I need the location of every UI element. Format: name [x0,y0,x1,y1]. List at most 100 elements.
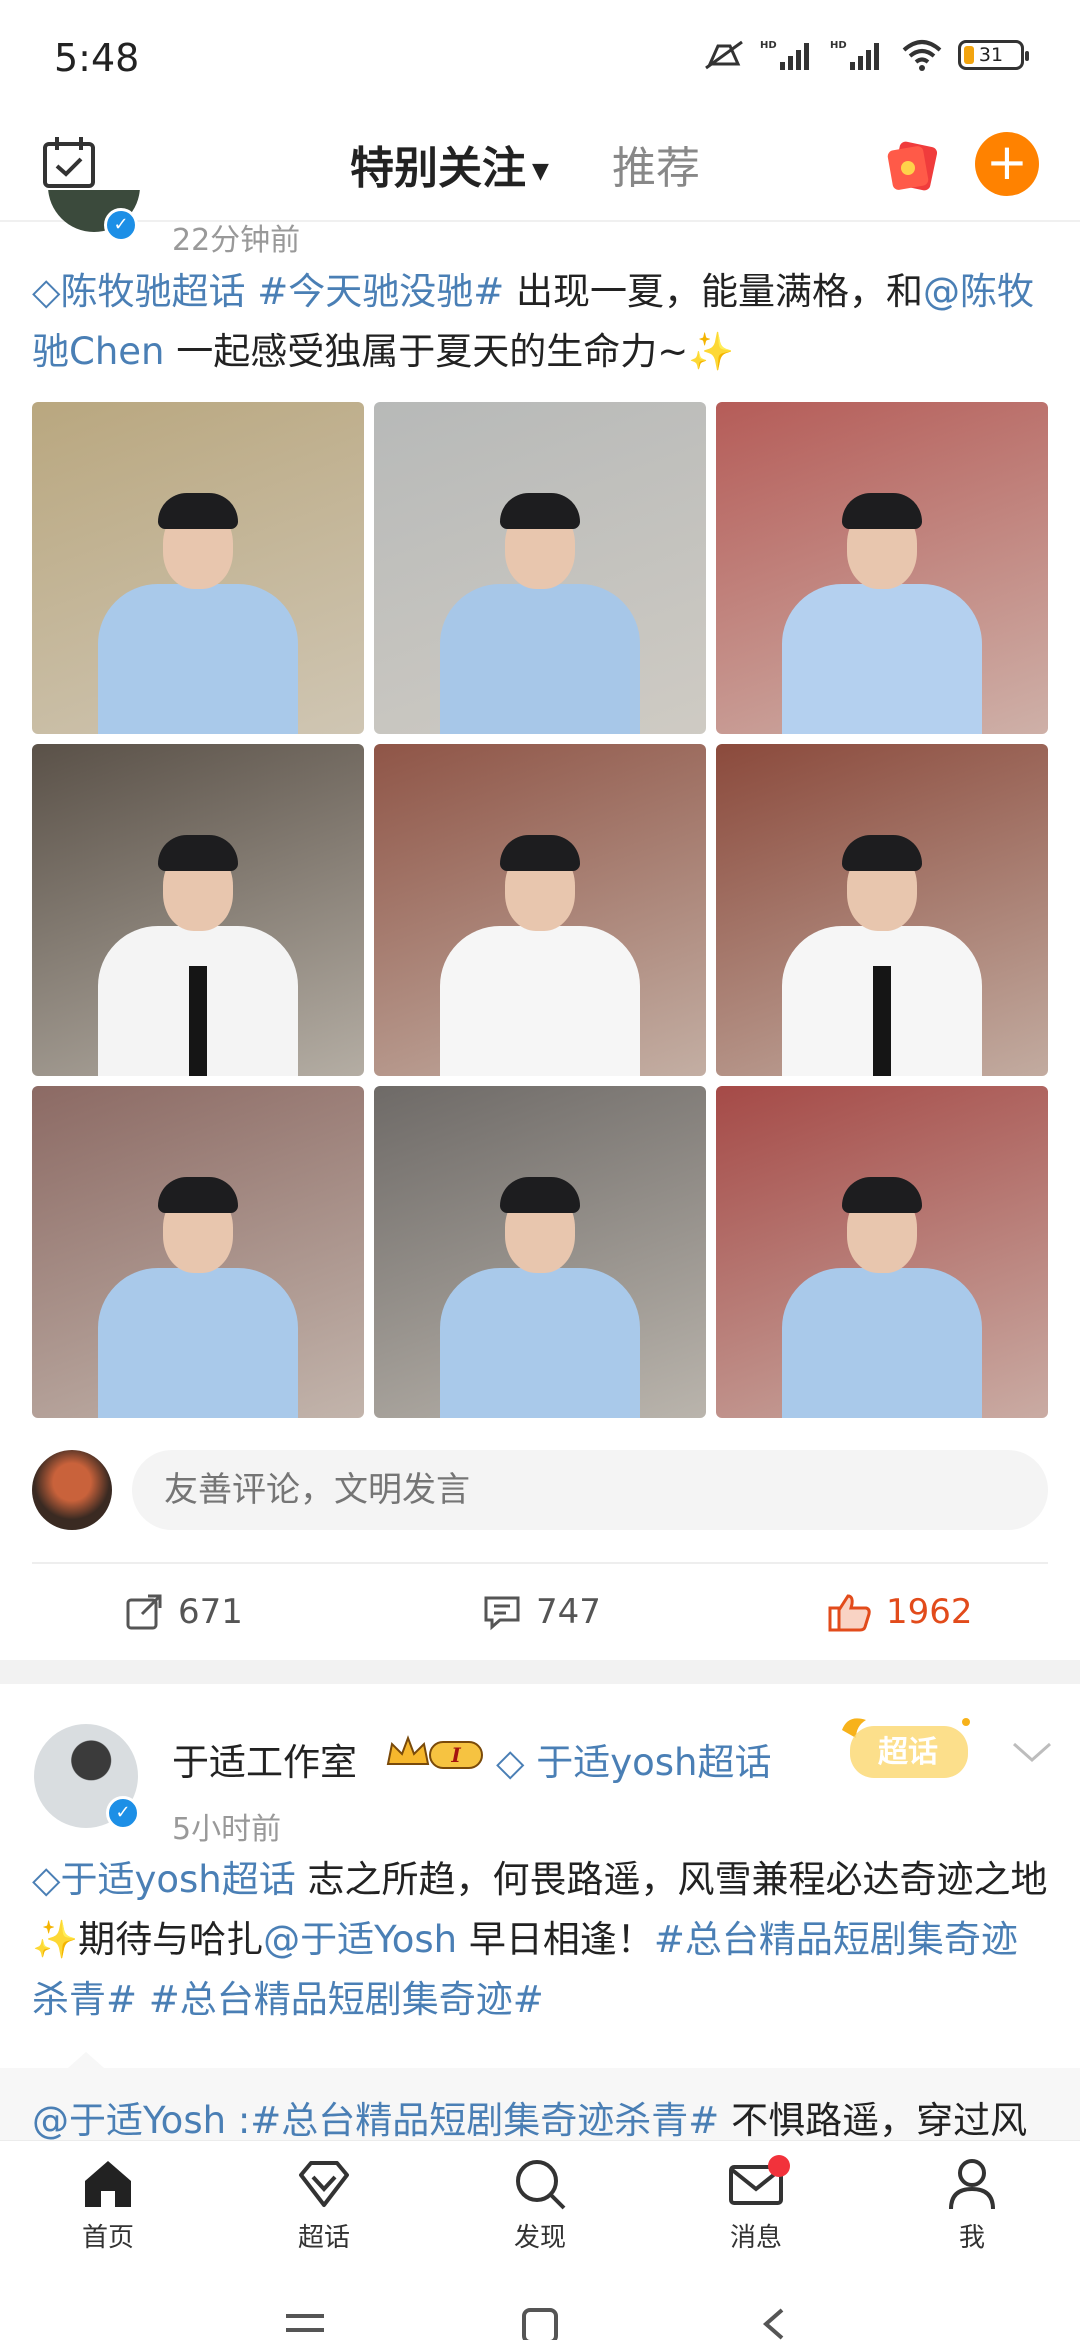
post2-tag2[interactable]: #总台精品短剧集奇迹# [149,1978,544,2021]
signal-hd-icon: HD [760,40,809,70]
unread-dot [768,2155,790,2177]
nav-home-label: 首页 [81,2223,134,2253]
comment-input[interactable] [132,1450,1048,1530]
post1-topic1[interactable]: 陈牧驰超话 [60,270,245,313]
svg-text:HD: HD [760,40,777,51]
repost-text: @于适Yosh :#总台精品短剧集奇迹杀青# 不惧路遥，穿过风 [32,2090,1027,2144]
photo-subject [93,493,303,734]
topic-diamond-icon: ◇ [496,1741,537,1784]
post1-topic2[interactable]: #今天驰没驰# [257,270,504,313]
wifi-icon [902,40,942,71]
post2-mention[interactable]: @于适Yosh [263,1918,457,1961]
nav-me-label: 我 [958,2223,985,2253]
repost-sep: : [226,2099,251,2142]
photo-subject [777,835,987,1076]
post-photo[interactable] [32,402,364,734]
post1-photo-grid [32,402,1048,1418]
chaohua-label: 超话 [878,1735,938,1770]
repost-plain: 不惧路遥，穿过风 [719,2099,1028,2142]
photo-subject [435,835,645,1076]
search-icon [516,2160,566,2210]
post2-plain2: 早日相逢！ [457,1918,654,1961]
tab-special-label: 特别关注 [350,143,526,194]
repost-button[interactable]: 671 [124,1588,243,1636]
repost-tag[interactable]: #总台精品短剧集奇迹杀青# [250,2099,719,2142]
verified-badge-icon-2: ✓ [106,1796,140,1830]
post-separator [0,1660,1080,1684]
nav-messages-label: 消息 [729,2223,782,2253]
system-nav-bar [0,2270,1080,2347]
repost-mention[interactable]: @于适Yosh [32,2099,226,2142]
photo-subject [435,493,645,734]
thumbs-up-icon [828,1594,871,1632]
nav-chaohua-label: 超话 [297,2223,350,2253]
nav-chaohua[interactable]: 超话 [254,2155,394,2254]
nav-home[interactable]: 首页 [38,2155,178,2254]
status-icons: HD HD 31 [702,38,1029,72]
post-photo[interactable] [374,402,706,734]
comment-count: 747 [536,1592,601,1632]
red-packet-icon[interactable] [882,136,942,192]
header-divider [0,220,1080,222]
post-photo[interactable] [32,744,364,1076]
calendar-icon[interactable] [40,134,98,192]
post1-mention-at[interactable]: @ [923,270,960,313]
like-button[interactable]: 1962 [828,1588,973,1636]
status-bar: 5:48 HD HD 31 [0,0,1080,120]
repost-count: 671 [178,1592,243,1632]
back-gesture-icon[interactable] [756,2306,790,2340]
repost-icon [126,1594,162,1630]
post-photo[interactable] [716,402,1048,734]
post-photo[interactable] [716,744,1048,1076]
diamond-icon [299,2161,349,2207]
chevron-down-icon[interactable] [1008,1738,1056,1768]
photo-subject [93,835,303,1076]
post2-topic-tag[interactable]: ◇ 于适yosh超话 [496,1732,771,1786]
post2-topic-label: 于适yosh超话 [536,1741,772,1784]
verified-badge-icon: ✓ [104,208,138,242]
photo-subject [435,1177,645,1418]
menu-gesture-icon[interactable] [282,2306,328,2340]
home-gesture-icon[interactable] [518,2306,562,2340]
photo-subject [777,493,987,734]
home-icon [85,2161,131,2207]
status-time: 5:48 [54,36,140,80]
tab-special-follow[interactable]: 特别关注 ▼ [350,132,549,196]
svg-text:HD: HD [830,40,847,51]
nav-me[interactable]: 我 [902,2155,1042,2254]
profile-icon [949,2159,995,2210]
nav-messages[interactable]: 消息 [686,2155,826,2254]
topic-link-icon[interactable]: ◇ [32,270,60,313]
comment-icon [484,1596,520,1631]
post1-plain1: 出现一夏，能量满格，和 [504,270,924,313]
photo-subject [93,1177,303,1418]
battery-level: 31 [978,44,1004,66]
bottom-nav: 首页 超话 发现 消息 我 [0,2140,1080,2270]
dropdown-arrow-icon: ▼ [532,158,549,184]
nav-discover-label: 发现 [513,2223,566,2253]
badge-level-text: I [450,1743,461,1767]
comment-button[interactable]: 747 [482,1588,601,1636]
crown-level-badge-icon[interactable]: I [384,1734,488,1774]
post1-plain2: 一起感受独属于夏天的生命力~✨ [164,330,735,373]
signal-hd-icon-2: HD [830,40,879,70]
photo-subject [777,1177,987,1418]
chaohua-tag-icon[interactable]: 超话 [826,1710,986,1792]
tab-recommend[interactable]: 推荐 [612,132,700,196]
post2-topic[interactable]: 于适yosh超话 [60,1858,295,1901]
top-nav: 特别关注 ▼ 推荐 + [0,120,1080,220]
post1-text: ◇陈牧驰超话 #今天驰没驰# 出现一夏，能量满格，和@陈牧驰Chen 一起感受独… [32,262,1048,382]
battery-icon: 31 [958,40,1029,70]
add-post-button[interactable]: + [975,132,1039,196]
post-photo[interactable] [374,744,706,1076]
post-photo[interactable] [716,1086,1048,1418]
my-avatar [32,1450,112,1530]
nav-discover[interactable]: 发现 [470,2155,610,2254]
post2-time: 5小时前 [172,1812,282,1847]
post-photo[interactable] [32,1086,364,1418]
post2-text: ◇于适yosh超话 志之所趋，何畏路遥，风雪兼程必达奇迹之地✨期待与哈扎@于适Y… [32,1850,1048,2030]
post-photo[interactable] [374,1086,706,1418]
post2-author[interactable]: 于适工作室 [172,1732,357,1786]
post1-time: 22分钟前 [172,223,301,258]
topic-link-icon-2[interactable]: ◇ [32,1858,60,1901]
